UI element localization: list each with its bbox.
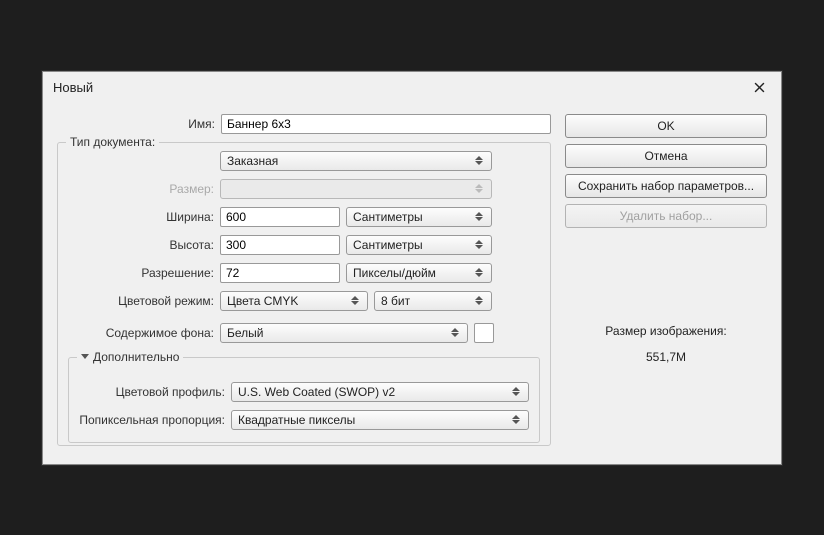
size-select xyxy=(220,179,492,199)
height-unit-value: Сантиметры xyxy=(353,238,423,252)
bg-label: Содержимое фона: xyxy=(68,326,214,340)
name-label: Имя: xyxy=(57,117,215,131)
chevron-updown-icon xyxy=(475,212,487,221)
advanced-panel: Дополнительно Цветовой профиль: U.S. Web… xyxy=(68,357,540,443)
bg-color-swatch[interactable] xyxy=(474,323,494,343)
chevron-updown-icon xyxy=(475,296,487,305)
pixel-aspect-select[interactable]: Квадратные пикселы xyxy=(231,410,529,430)
dialog-body: Имя: Тип документа: Заказная Размер: xyxy=(43,104,781,464)
bg-row: Содержимое фона: Белый xyxy=(68,323,540,343)
chevron-updown-icon xyxy=(351,296,363,305)
height-input[interactable] xyxy=(220,235,340,255)
advanced-label: Дополнительно xyxy=(93,350,179,364)
doc-type-row: Заказная xyxy=(68,151,540,171)
new-document-dialog: Новый Имя: Тип документа: Заказная xyxy=(42,71,782,465)
height-unit-select[interactable]: Сантиметры xyxy=(346,235,492,255)
doc-type-value: Заказная xyxy=(227,154,278,168)
chevron-updown-icon xyxy=(475,240,487,249)
color-profile-select[interactable]: U.S. Web Coated (SWOP) v2 xyxy=(231,382,529,402)
chevron-updown-icon xyxy=(512,387,524,396)
main-settings-panel: Тип документа: Заказная Размер: xyxy=(57,142,551,446)
save-preset-button[interactable]: Сохранить набор параметров... xyxy=(565,174,767,198)
dialog-title: Новый xyxy=(53,80,93,95)
color-depth-value: 8 бит xyxy=(381,294,410,308)
size-label: Размер: xyxy=(68,182,214,196)
delete-preset-button: Удалить набор... xyxy=(565,204,767,228)
color-mode-row: Цветовой режим: Цвета CMYK 8 бит xyxy=(68,291,540,311)
chevron-updown-icon xyxy=(475,268,487,277)
ok-button[interactable]: OK xyxy=(565,114,767,138)
color-profile-row: Цветовой профиль: U.S. Web Coated (SWOP)… xyxy=(79,382,529,402)
pixel-aspect-label: Попиксельная пропорция: xyxy=(79,413,225,427)
cancel-label: Отмена xyxy=(644,149,687,163)
color-mode-value: Цвета CMYK xyxy=(227,294,298,308)
height-row: Высота: Сантиметры xyxy=(68,235,540,255)
left-panel: Имя: Тип документа: Заказная Размер: xyxy=(57,114,551,446)
image-size-label: Размер изображения: xyxy=(565,324,767,338)
pixel-aspect-row: Попиксельная пропорция: Квадратные пиксе… xyxy=(79,410,529,430)
color-mode-label: Цветовой режим: xyxy=(68,294,214,308)
doc-type-select[interactable]: Заказная xyxy=(220,151,492,171)
height-label: Высота: xyxy=(68,238,214,252)
resolution-unit-value: Пикселы/дюйм xyxy=(353,266,436,280)
dialog-titlebar: Новый xyxy=(43,72,781,104)
chevron-updown-icon xyxy=(512,415,524,424)
resolution-unit-select[interactable]: Пикселы/дюйм xyxy=(346,263,492,283)
cancel-button[interactable]: Отмена xyxy=(565,144,767,168)
width-label: Ширина: xyxy=(68,210,214,224)
resolution-row: Разрешение: Пикселы/дюйм xyxy=(68,263,540,283)
doc-type-label: Тип документа: xyxy=(70,135,155,149)
width-unit-value: Сантиметры xyxy=(353,210,423,224)
color-depth-select[interactable]: 8 бит xyxy=(374,291,492,311)
resolution-label: Разрешение: xyxy=(68,266,214,280)
close-button[interactable] xyxy=(747,78,771,98)
width-row: Ширина: Сантиметры xyxy=(68,207,540,227)
chevron-updown-icon xyxy=(475,156,487,165)
color-mode-select[interactable]: Цвета CMYK xyxy=(220,291,368,311)
advanced-legend[interactable]: Дополнительно xyxy=(77,350,183,364)
name-row: Имя: xyxy=(57,114,551,134)
chevron-updown-icon xyxy=(475,184,487,193)
size-row: Размер: xyxy=(68,179,540,199)
close-icon xyxy=(754,82,765,93)
delete-preset-label: Удалить набор... xyxy=(620,209,713,223)
color-profile-label: Цветовой профиль: xyxy=(79,385,225,399)
doc-type-legend: Тип документа: xyxy=(66,135,159,149)
width-unit-select[interactable]: Сантиметры xyxy=(346,207,492,227)
color-profile-value: U.S. Web Coated (SWOP) v2 xyxy=(238,385,395,399)
width-input[interactable] xyxy=(220,207,340,227)
save-preset-label: Сохранить набор параметров... xyxy=(578,179,754,193)
bg-value: Белый xyxy=(227,326,263,340)
chevron-updown-icon xyxy=(451,328,463,337)
ok-label: OK xyxy=(657,119,674,133)
chevron-down-icon xyxy=(81,354,89,359)
bg-select[interactable]: Белый xyxy=(220,323,468,343)
image-size-value: 551,7M xyxy=(565,350,767,364)
pixel-aspect-value: Квадратные пикселы xyxy=(238,413,355,427)
name-input[interactable] xyxy=(221,114,551,134)
spacer xyxy=(565,234,767,314)
resolution-input[interactable] xyxy=(220,263,340,283)
right-panel: OK Отмена Сохранить набор параметров... … xyxy=(565,114,767,446)
